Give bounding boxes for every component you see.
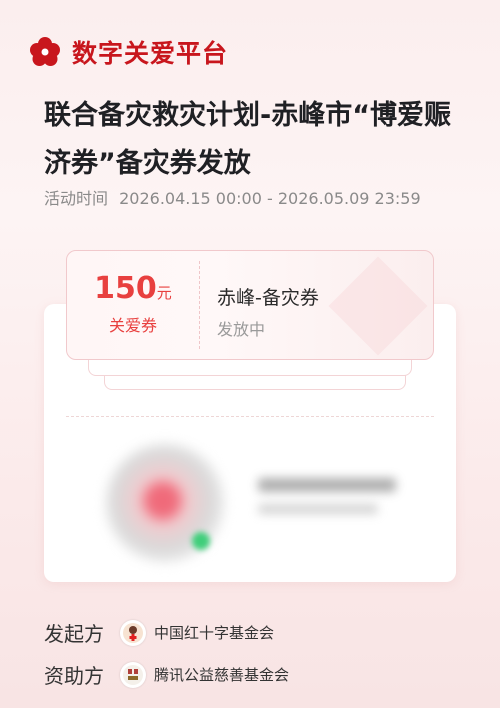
brand-name: 数字关爱平台 xyxy=(72,39,229,68)
coupon-amount-unit: 元 xyxy=(156,284,172,302)
coupon-type: 关爱券 xyxy=(108,316,157,335)
tencent-charity-logo xyxy=(120,661,146,688)
coupon-value-section: 150元 关爱券 xyxy=(67,251,199,359)
activity-time-label: 活动时间 xyxy=(44,189,109,208)
initiator-name: 中国红十字基金会 xyxy=(154,624,275,642)
blurred-text-line xyxy=(258,478,396,492)
brand-header: 数字关爱平台 xyxy=(28,34,228,70)
coupon-status: 发放中 xyxy=(217,320,266,339)
sponsor-label: 资助方 xyxy=(44,664,104,688)
coupon-card[interactable]: 150元 关爱券 赤峰-备灾券 发放中 xyxy=(66,250,434,360)
initiator-label: 发起方 xyxy=(44,622,104,646)
page-title: 联合备灾救灾计划-赤峰市“博爱赈济券”备灾券发放 xyxy=(44,100,451,179)
red-flower-icon xyxy=(30,37,60,66)
blurred-text-line xyxy=(258,504,378,514)
sponsor-name: 腾讯公益慈善基金会 xyxy=(154,666,290,684)
coupon-info-section: 赤峰-备灾券 发放中 xyxy=(217,283,319,340)
red-cross-foundation-logo xyxy=(120,619,146,646)
coupon-amount: 150元 xyxy=(67,271,199,306)
activity-time-range: 2026.04.15 00:00 - 2026.05.09 23:59 xyxy=(119,189,421,208)
blurred-badge xyxy=(192,532,210,550)
coupon-name: 赤峰-备灾券 xyxy=(217,287,319,309)
initiator-row: 发起方 中国红十字基金会 xyxy=(44,618,274,647)
dashed-divider xyxy=(66,416,434,417)
red-cross-icon xyxy=(123,622,143,643)
coupon-separator xyxy=(199,261,200,349)
coupon-decoration xyxy=(328,256,428,356)
activity-time: 活动时间 2026.04.15 00:00 - 2026.05.09 23:59 xyxy=(44,185,421,209)
sponsor-row: 资助方 腾讯公益慈善基金会 xyxy=(44,660,289,689)
coupon-amount-number: 150 xyxy=(94,271,157,306)
tencent-charity-icon xyxy=(123,664,143,685)
